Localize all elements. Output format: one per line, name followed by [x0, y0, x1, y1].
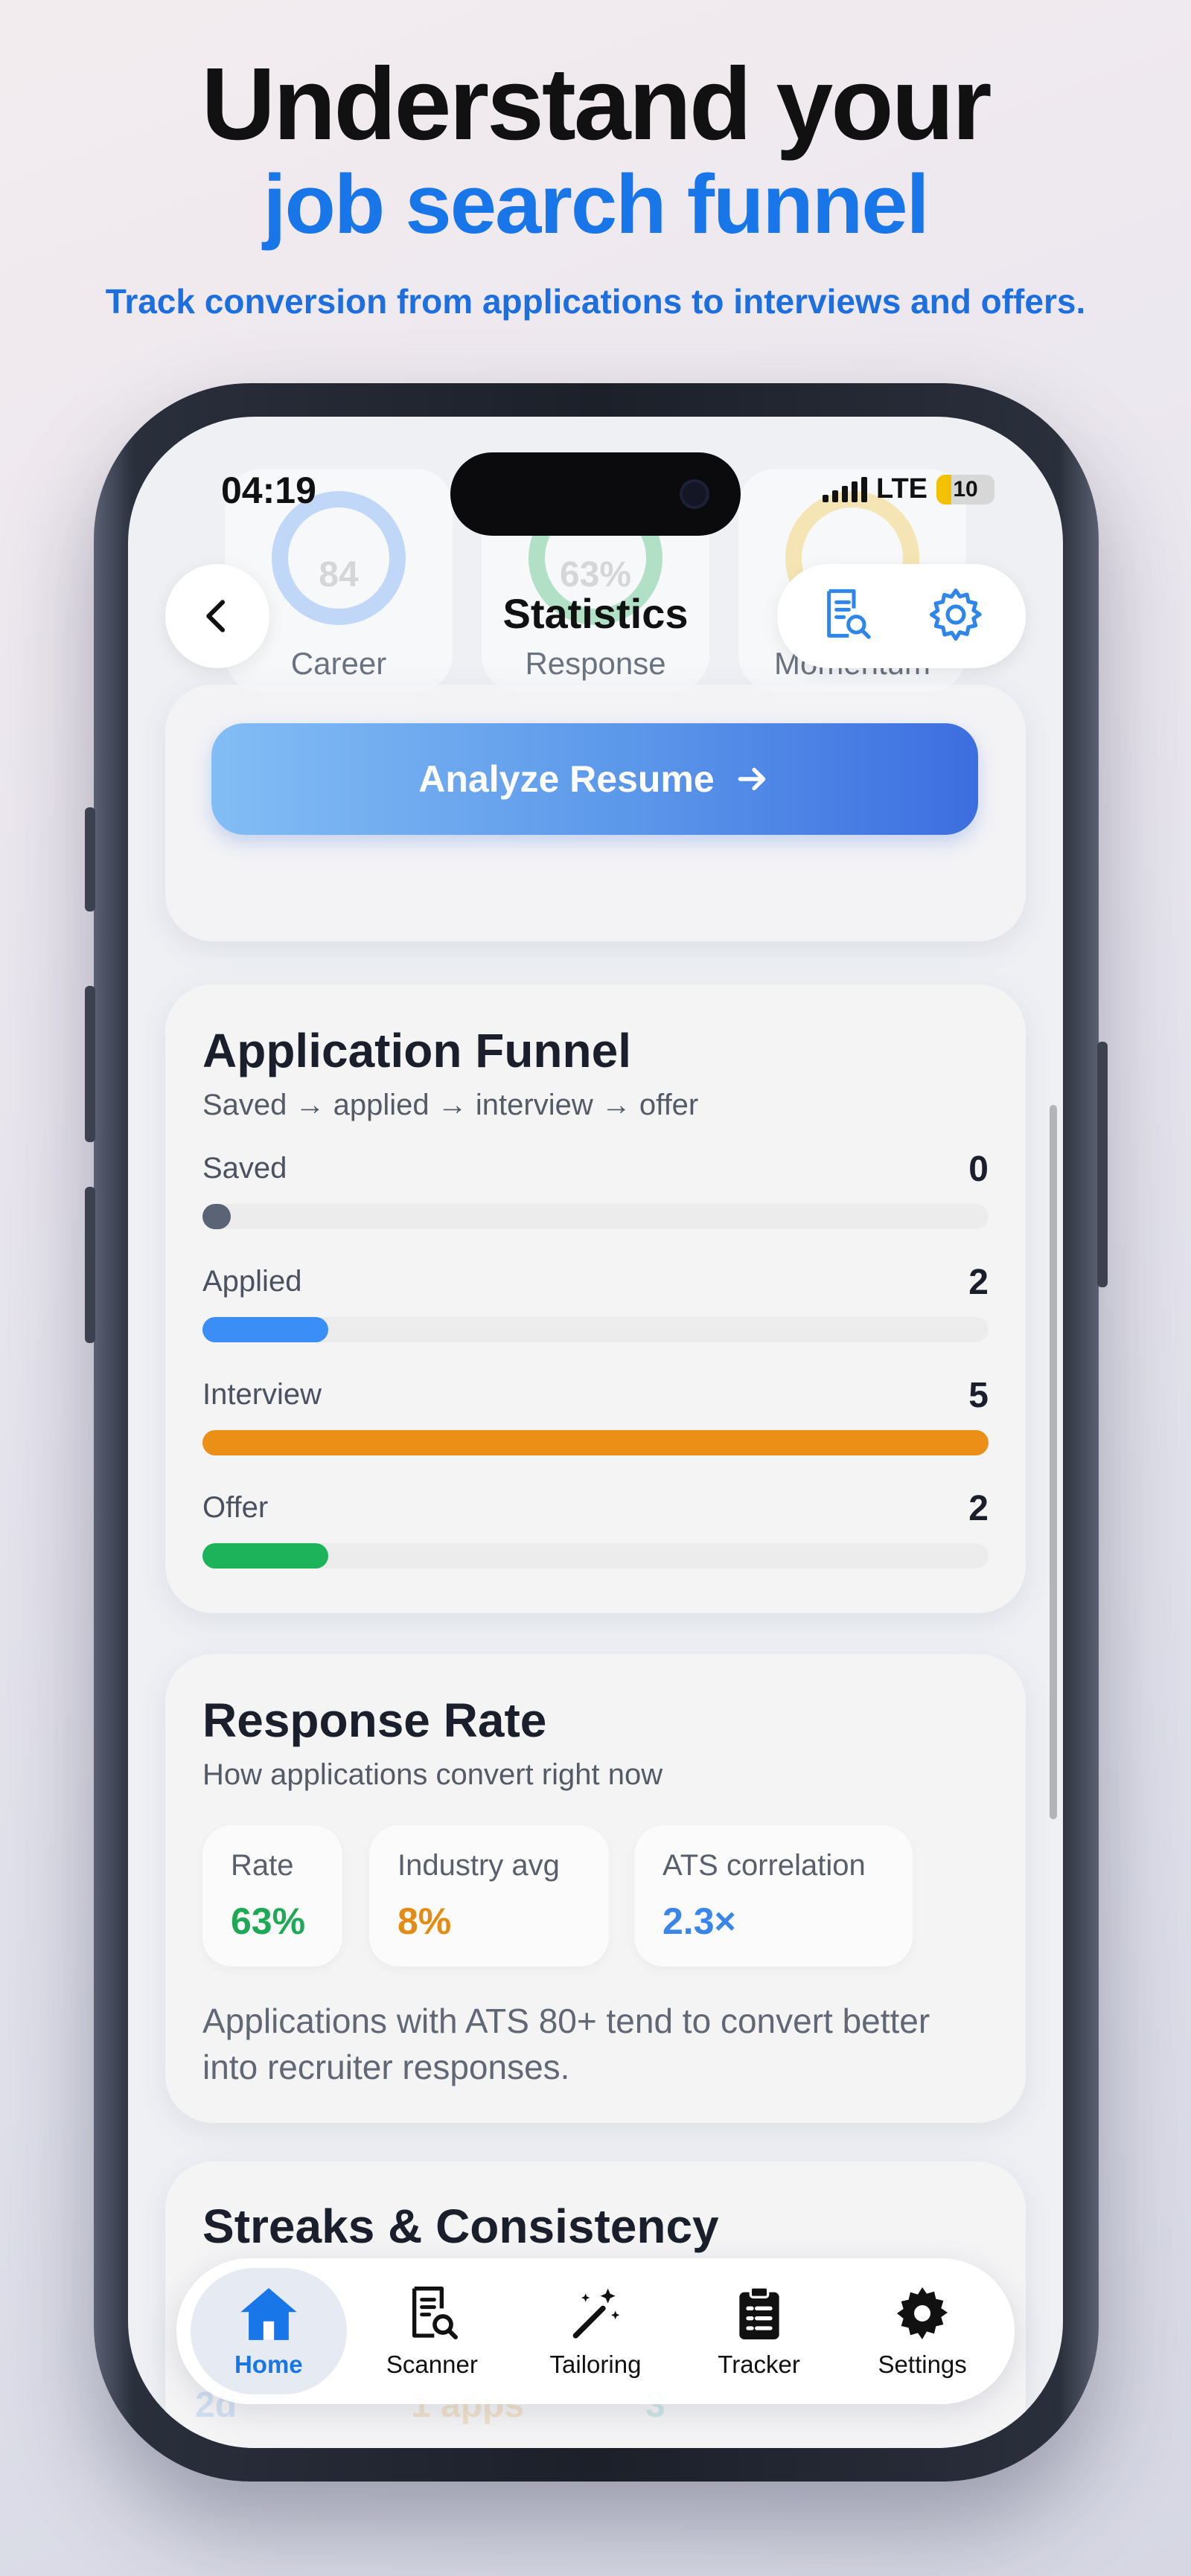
magic-wand-icon	[572, 2288, 620, 2339]
phone-action-button	[85, 807, 95, 911]
funnel-progress-track	[202, 1430, 989, 1455]
front-camera	[680, 479, 709, 509]
analyze-resume-label: Analyze Resume	[418, 758, 715, 800]
status-time: 04:19	[221, 470, 316, 511]
metric-ats-correlation: ATS correlation 2.3×	[634, 1825, 913, 1967]
tab-home[interactable]: Home	[190, 2268, 347, 2394]
scrollbar[interactable]	[1050, 1105, 1057, 1819]
funnel-progress-track	[202, 1204, 989, 1229]
phone-power-button	[1097, 1042, 1108, 1287]
tab-tailoring[interactable]: Tailoring	[517, 2268, 674, 2394]
score-label: Response	[525, 646, 666, 681]
metric-value: 63%	[231, 1900, 306, 1942]
funnel-progress-fill	[202, 1317, 328, 1342]
response-note: Applications with ATS 80+ tend to conver…	[202, 2002, 930, 2086]
metric-rate: Rate 63%	[202, 1825, 342, 1967]
metric-label: Rate	[231, 1849, 294, 1882]
analyze-resume-button[interactable]: Analyze Resume	[211, 723, 978, 835]
tab-scanner[interactable]: Scanner	[354, 2268, 510, 2394]
tab-label: Tracker	[718, 2351, 800, 2378]
nav-actions	[777, 564, 1026, 668]
funnel-stage-count: 2	[968, 1489, 989, 1528]
battery-level: 10	[953, 476, 978, 502]
funnel-stage-saved: Saved 0	[202, 1150, 989, 1229]
home-icon	[240, 2287, 297, 2340]
clipboard-icon	[738, 2286, 779, 2339]
network-type: LTE	[876, 473, 927, 504]
streaks-title: Streaks & Consistency	[202, 2199, 719, 2253]
funnel-stage-count: 2	[968, 1263, 989, 1302]
tab-label: Scanner	[386, 2351, 478, 2378]
funnel-stage-applied: Applied 2	[202, 1263, 989, 1342]
funnel-stage-label: Offer	[202, 1491, 269, 1524]
tab-settings[interactable]: Settings	[844, 2268, 1000, 2394]
funnel-stage-label: Interview	[202, 1378, 322, 1411]
hero-subtitle: Track conversion from applications to in…	[105, 282, 1086, 321]
metric-value: 8%	[397, 1900, 452, 1942]
phone-volume-down-button	[85, 1187, 95, 1343]
score-label: Career	[290, 646, 387, 681]
response-subtitle: How applications convert right now	[202, 1758, 663, 1791]
funnel-progress-fill	[202, 1204, 231, 1229]
tab-label: Home	[234, 2351, 303, 2378]
arrow-right-icon	[738, 767, 765, 791]
funnel-stage-count: 5	[968, 1376, 989, 1415]
resume-search-icon	[827, 589, 871, 639]
gear-icon	[929, 588, 982, 641]
settings-button[interactable]	[925, 584, 986, 649]
signal-icon	[823, 476, 868, 502]
metric-label: Industry avg	[397, 1849, 560, 1882]
funnel-subtitle: Saved → applied → interview → offer	[202, 1089, 699, 1121]
hero: Understand your job search funnel Track …	[0, 45, 1191, 321]
tab-label: Settings	[878, 2351, 967, 2378]
dynamic-island	[450, 452, 741, 536]
tab-tracker[interactable]: Tracker	[681, 2268, 837, 2394]
status-indicators: LTE 10	[823, 473, 994, 505]
funnel-progress-track	[202, 1317, 989, 1342]
funnel-progress-fill	[202, 1430, 989, 1455]
analyze-card: Analyze Resume	[165, 685, 1026, 941]
hero-title-line2: job search funnel	[263, 158, 929, 251]
gear-icon	[897, 2287, 948, 2339]
tab-label: Tailoring	[549, 2351, 642, 2378]
document-search-icon	[412, 2287, 459, 2339]
funnel-progress-track	[202, 1543, 989, 1569]
funnel-stage-offer: Offer 2	[202, 1489, 989, 1569]
hero-title-line1: Understand your	[201, 47, 992, 161]
battery-icon: 10	[936, 474, 994, 504]
metric-industry-avg: Industry avg 8%	[369, 1825, 609, 1967]
tab-bar: Home Scanner Tailoring Tracker Settings	[176, 2258, 1015, 2404]
metric-value: 2.3×	[662, 1900, 736, 1942]
funnel-stage-interview: Interview 5	[202, 1376, 989, 1455]
metric-label: ATS correlation	[662, 1849, 866, 1882]
response-rate-card: Response Rate How applications convert r…	[165, 1654, 1026, 2123]
funnel-title: Application Funnel	[202, 1024, 631, 1077]
phone-screen: 84 Career 63% Response Momentum 04:19 LT…	[128, 417, 1063, 2448]
response-title: Response Rate	[202, 1694, 547, 1747]
funnel-stage-count: 0	[968, 1150, 989, 1189]
application-funnel-card: Application Funnel Saved → applied → int…	[165, 984, 1026, 1613]
phone-volume-up-button	[85, 986, 95, 1142]
funnel-stage-label: Applied	[202, 1265, 302, 1298]
funnel-progress-fill	[202, 1543, 328, 1569]
funnel-stage-label: Saved	[202, 1152, 287, 1185]
resume-search-button[interactable]	[817, 585, 876, 648]
